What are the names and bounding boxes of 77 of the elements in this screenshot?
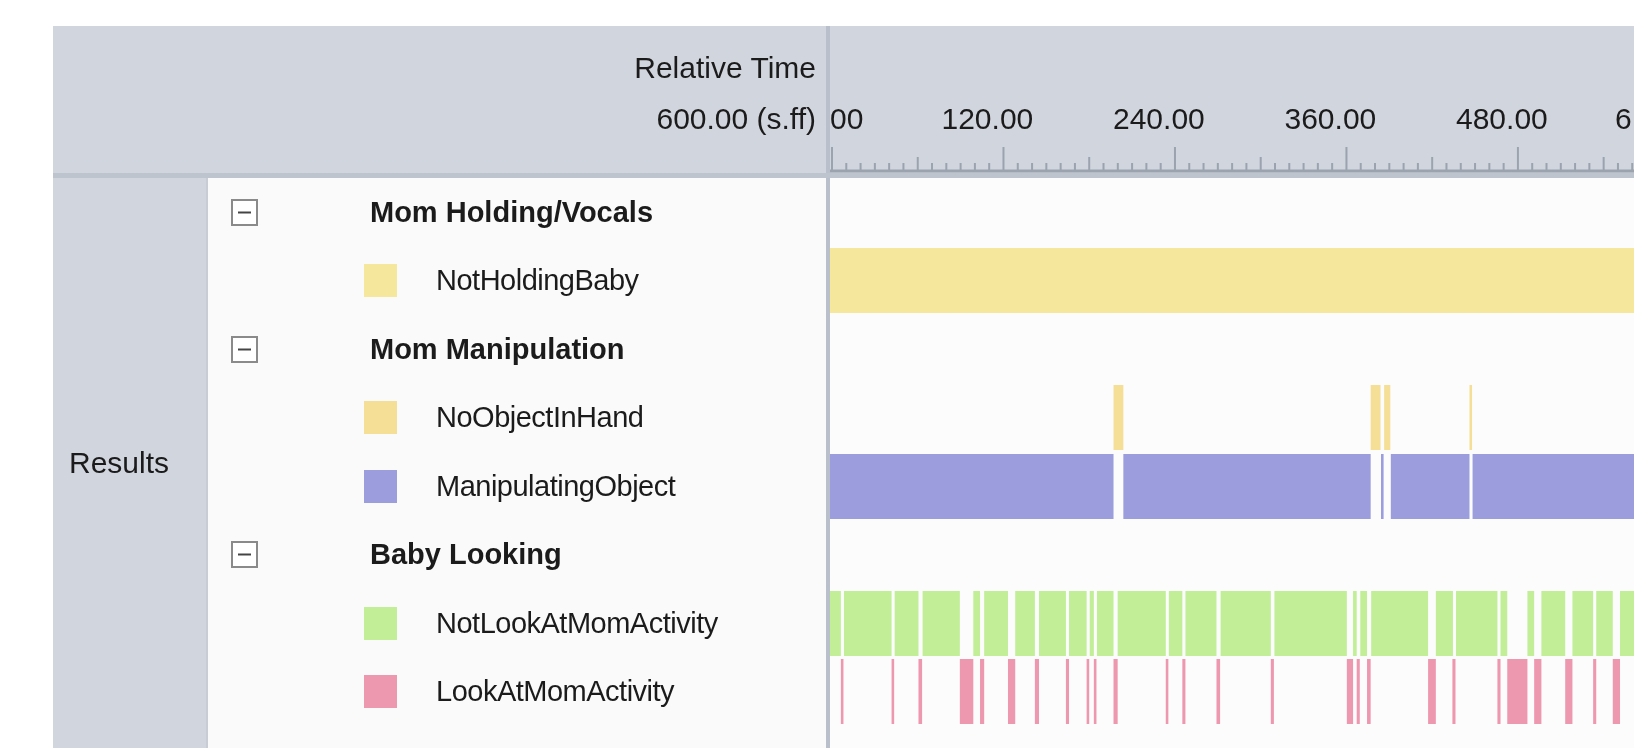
event-bar [1572,590,1594,656]
event-bar [1534,659,1542,725]
event-bar [1596,590,1613,656]
event-bar [1185,590,1217,656]
event-bar [1093,659,1097,725]
code-label: ManipulatingObject [436,469,676,503]
event-bar [1096,590,1114,656]
tick-label: 360.00 [1284,102,1377,136]
event-bar [1039,590,1066,656]
event-bar [1620,590,1634,656]
tick-label: 480.00 [1456,102,1548,136]
event-bar [840,659,844,725]
code-label: LookAtMomActivity [436,675,675,709]
event-bar [830,590,841,656]
event-bar [1435,590,1453,656]
event-bar [1456,590,1498,656]
event-bar [1469,385,1473,451]
event-bar [1497,659,1501,725]
event-bar [1381,453,1384,519]
event-bar [1117,590,1166,656]
duration-label: 600.00 (s.ff) [656,101,816,137]
event-bar [922,590,960,656]
event-bar [1008,659,1016,725]
event-bar [973,590,981,656]
event-bar [1220,590,1271,656]
event-bar [1069,590,1087,656]
code-label: NotHoldingBaby [436,264,639,298]
event-bar [1384,385,1391,451]
event-bar [891,659,895,725]
tick-label: 6 [1615,102,1632,136]
code-label: NotLookAtMomActivity [436,606,718,640]
event-bar [1367,659,1371,725]
event-bar [1360,590,1368,656]
group-label: Mom Holding/Vocals [370,195,654,229]
event-bar [1182,659,1186,725]
collapse-icon[interactable] [231,541,258,569]
event-bar [843,590,892,656]
collapse-icon[interactable] [231,335,258,363]
event-bar [1065,659,1070,725]
group-label: Baby Looking [370,538,562,572]
event-bar [1113,659,1118,725]
group-label: Mom Manipulation [370,332,625,366]
event-bar [1270,659,1274,725]
event-bar [1346,659,1354,725]
event-bar [1371,590,1429,656]
event-bar [918,659,923,725]
event-bar [1507,659,1528,725]
code-label: NoObjectInHand [436,401,644,435]
event-bar [1089,590,1094,656]
event-bar [1113,385,1124,451]
event-bar [984,590,1008,656]
event-bar [1428,659,1436,725]
tick-label: 240.00 [1113,102,1205,136]
event-bar [1500,590,1508,656]
event-bar [894,590,919,656]
event-bar [1452,659,1456,725]
section-label: Results [69,446,170,480]
event-bar [959,659,974,725]
event-bar [1353,590,1357,656]
event-bar [1593,659,1597,725]
event-bar [1168,590,1183,656]
event-bar [1356,659,1360,725]
event-bar [1015,590,1035,656]
collapse-icon[interactable] [231,198,258,226]
event-bar [1165,659,1169,725]
event-bar [1370,385,1381,451]
event-bar [980,659,985,725]
event-bar [1612,659,1621,725]
event-bar [1034,659,1039,725]
column-title: Relative Time [634,50,816,86]
event-bar [1541,590,1566,656]
event-bar [1565,659,1573,725]
event-bar [1086,659,1090,725]
event-bar [1527,590,1535,656]
event-bar [1216,659,1221,725]
tick-label: 00 [830,102,864,136]
tick-label: 120.00 [941,102,1034,136]
